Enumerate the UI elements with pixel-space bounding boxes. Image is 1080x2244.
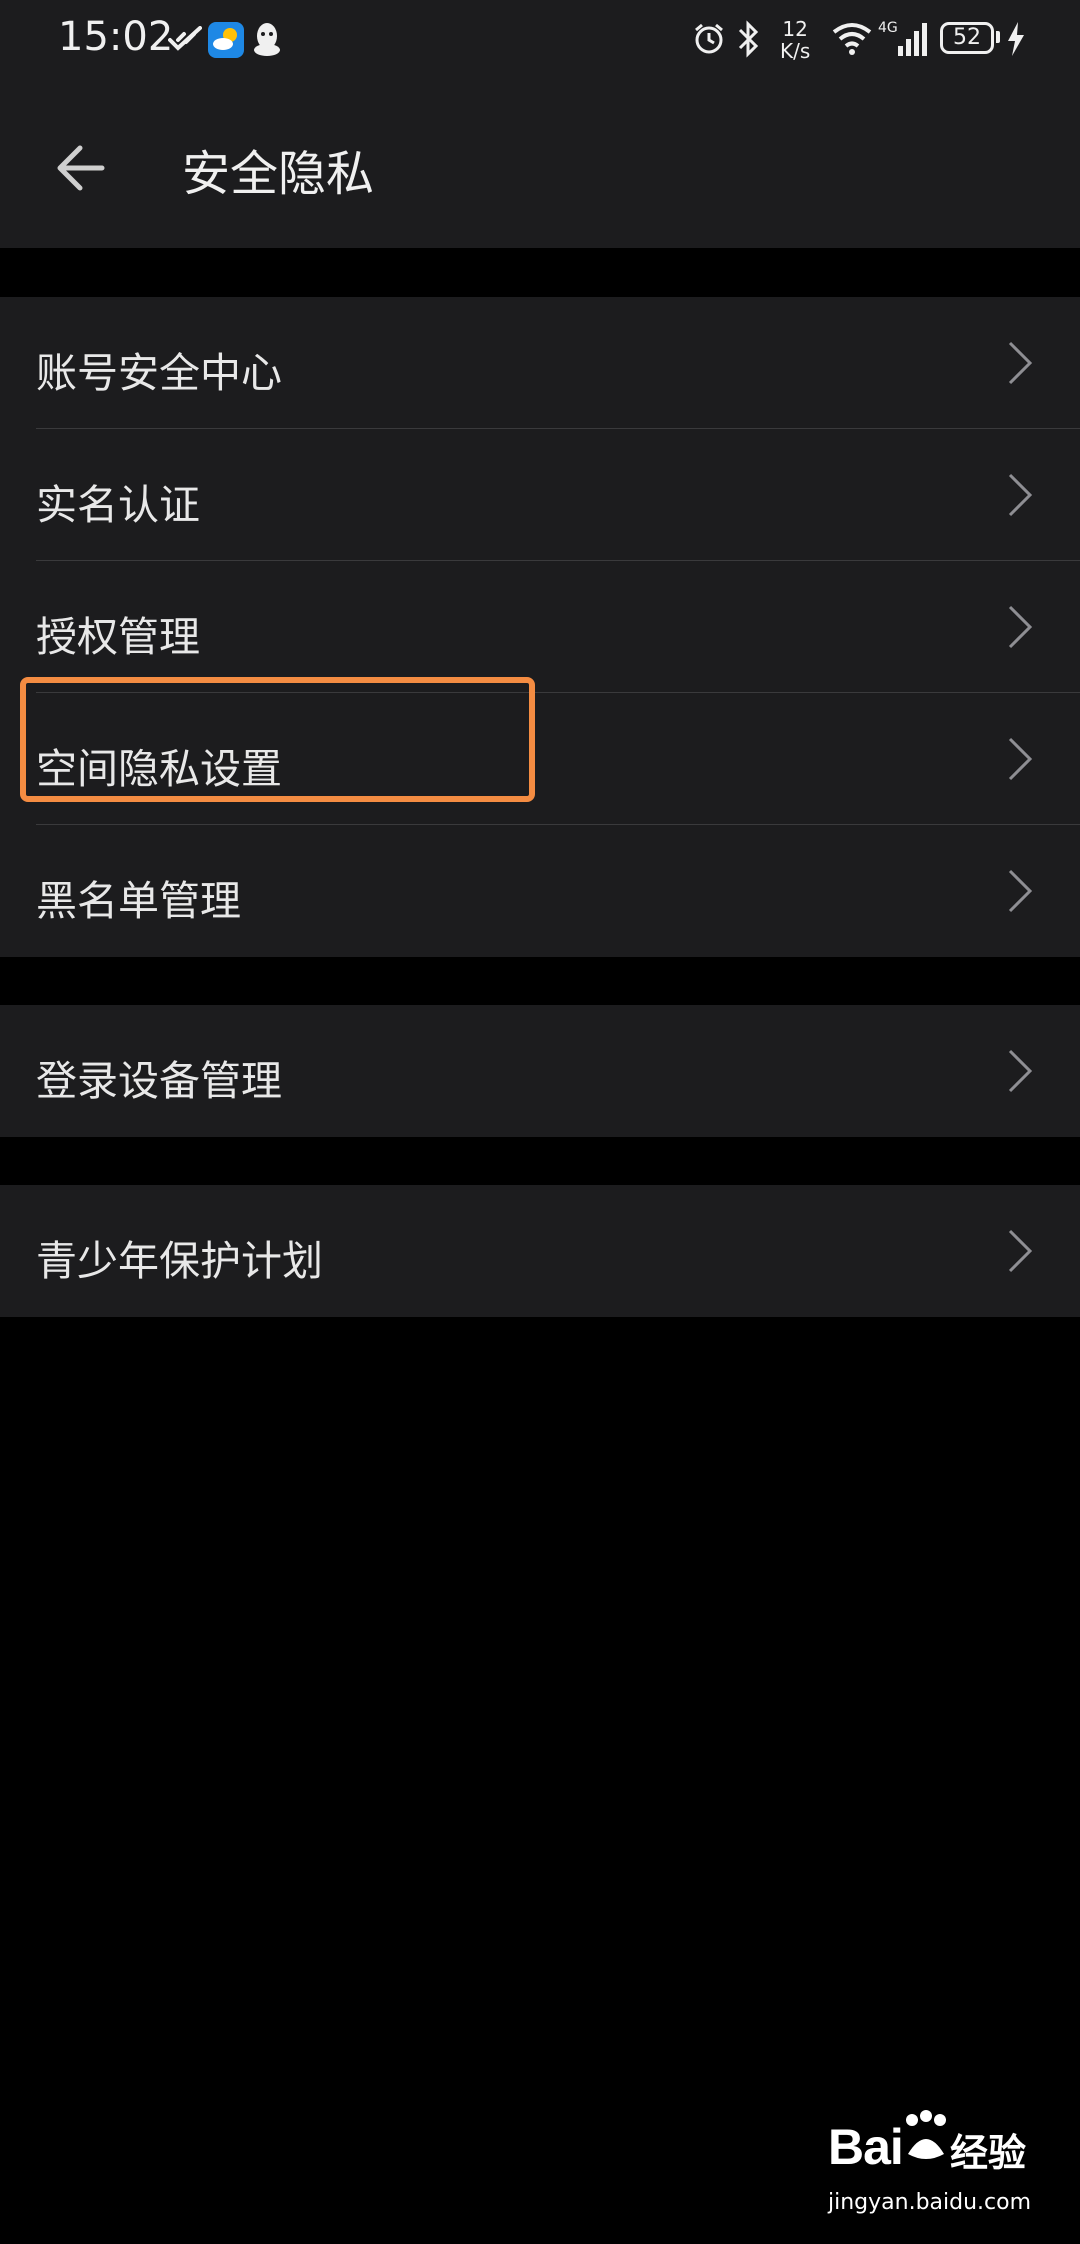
speed-unit: K/s <box>780 39 811 63</box>
battery-cap <box>996 31 1000 43</box>
alarm-icon <box>695 23 723 54</box>
settings-group-youth: 青少年保护计划 <box>0 1185 1080 1317</box>
chevron-right-icon <box>1008 341 1033 385</box>
signal-icon <box>898 23 927 56</box>
paw-icon <box>906 2110 946 2159</box>
health-icon <box>168 26 202 51</box>
settings-item-youth-protection[interactable]: 青少年保护计划 <box>0 1185 1080 1317</box>
status-time: 15:02 <box>58 14 174 60</box>
item-label: 青少年保护计划 <box>36 1237 323 1285</box>
network-type: 4G <box>878 20 898 36</box>
settings-item-account-security[interactable]: 账号安全中心 <box>0 297 1080 429</box>
chevron-right-icon <box>1008 869 1033 913</box>
network-speed: 12 K/s <box>780 18 810 62</box>
settings-item-authorization[interactable]: 授权管理 <box>0 561 1080 693</box>
battery-indicator: 52 <box>940 22 994 54</box>
watermark-url: jingyan.baidu.com <box>828 2190 1032 2215</box>
speed-value: 12 <box>782 17 808 41</box>
qq-icon <box>254 23 280 56</box>
highlight-annotation-box <box>20 677 535 802</box>
watermark-brand: Bai <box>828 2119 904 2175</box>
weather-icon <box>208 22 244 58</box>
charging-icon <box>1008 22 1024 56</box>
item-label: 实名认证 <box>36 481 200 529</box>
settings-item-login-devices[interactable]: 登录设备管理 <box>0 1005 1080 1137</box>
bluetooth-icon <box>738 20 759 58</box>
item-label: 登录设备管理 <box>36 1057 282 1105</box>
item-label: 授权管理 <box>36 613 200 661</box>
top-app-bar: 安全隐私 <box>0 82 1080 248</box>
back-arrow-icon[interactable] <box>50 134 118 202</box>
chevron-right-icon <box>1008 1049 1033 1093</box>
chevron-right-icon <box>1008 737 1033 781</box>
item-label: 黑名单管理 <box>36 877 241 925</box>
settings-item-real-name[interactable]: 实名认证 <box>0 429 1080 561</box>
settings-group-devices: 登录设备管理 <box>0 1005 1080 1137</box>
page-title: 安全隐私 <box>182 146 375 202</box>
settings-group-security: 账号安全中心 实名认证 授权管理 空间隐私设置 黑名单管理 <box>0 297 1080 957</box>
chevron-right-icon <box>1008 473 1033 517</box>
settings-item-blacklist[interactable]: 黑名单管理 <box>0 825 1080 957</box>
chevron-right-icon <box>1008 1229 1033 1273</box>
watermark-product: 经验 <box>950 2131 1027 2175</box>
baidu-jingyan-watermark: Bai 经验 jingyan.baidu.com <box>828 2110 1058 2230</box>
wifi-icon <box>832 23 872 55</box>
chevron-right-icon <box>1008 605 1033 649</box>
status-bar: 15:02 12 K/s 4G 52 <box>0 0 1080 82</box>
item-label: 账号安全中心 <box>36 349 282 397</box>
